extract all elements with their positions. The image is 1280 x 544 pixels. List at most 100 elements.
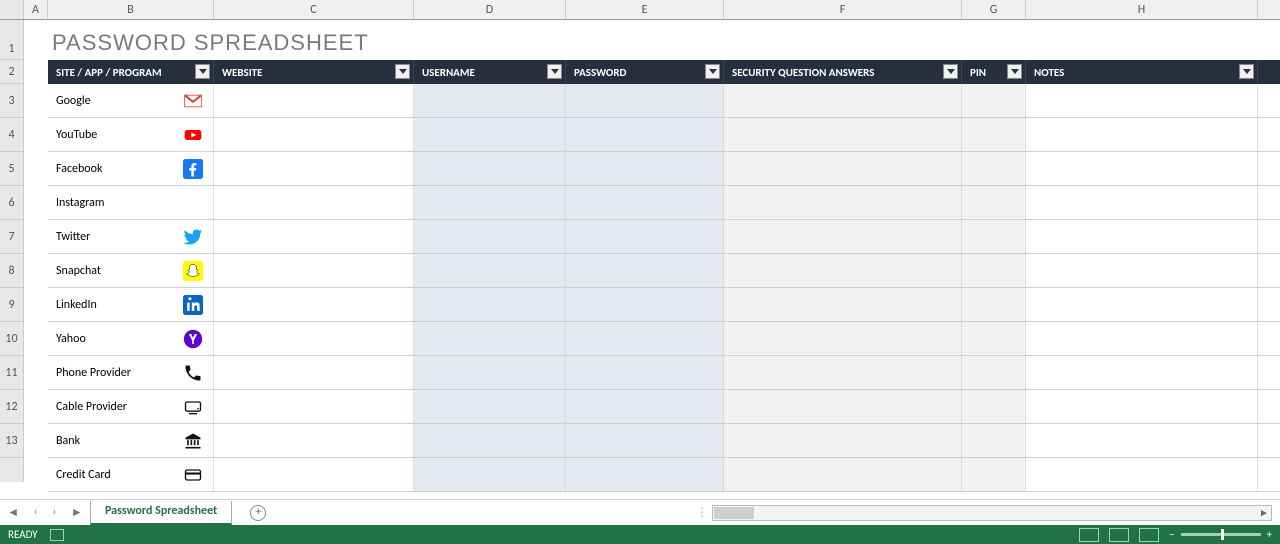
cell-username[interactable]: [414, 322, 566, 355]
cell-website[interactable]: [214, 458, 414, 491]
cell-pin[interactable]: [962, 152, 1026, 185]
page-break-view-button[interactable]: [1139, 528, 1159, 542]
cell-website[interactable]: [214, 152, 414, 185]
add-sheet-button[interactable]: +: [250, 505, 266, 521]
select-all-corner[interactable]: [0, 0, 24, 19]
row-4[interactable]: 4: [0, 118, 23, 152]
cell-website[interactable]: [214, 322, 414, 355]
cell-security[interactable]: [724, 458, 962, 491]
cell-pin[interactable]: [962, 356, 1026, 389]
row-13[interactable]: 13: [0, 424, 23, 458]
cell-notes[interactable]: [1026, 220, 1258, 253]
cell-password[interactable]: [566, 118, 724, 151]
macro-record-icon[interactable]: [50, 529, 64, 541]
col-F[interactable]: F: [724, 0, 962, 19]
zoom-out-button[interactable]: −: [1169, 528, 1174, 541]
cell-password[interactable]: [566, 458, 724, 491]
cell-site[interactable]: Snapchat: [48, 254, 214, 287]
cell-notes[interactable]: [1026, 424, 1258, 457]
tab-next-icon[interactable]: ›: [52, 505, 56, 520]
cell-security[interactable]: [724, 118, 962, 151]
col-E[interactable]: E: [566, 0, 724, 19]
cell-security[interactable]: [724, 152, 962, 185]
cell-pin[interactable]: [962, 186, 1026, 219]
cell-pin[interactable]: [962, 288, 1026, 321]
cell-site[interactable]: Bank: [48, 424, 214, 457]
cell-website[interactable]: [214, 84, 414, 117]
row-9[interactable]: 9: [0, 288, 23, 322]
cell-notes[interactable]: [1026, 84, 1258, 117]
cell-password[interactable]: [566, 356, 724, 389]
cell-website[interactable]: [214, 220, 414, 253]
filter-dropdown-icon[interactable]: [1007, 64, 1022, 79]
row-3[interactable]: 3: [0, 84, 23, 118]
cell-pin[interactable]: [962, 424, 1026, 457]
cell-username[interactable]: [414, 390, 566, 423]
cell-security[interactable]: [724, 254, 962, 287]
scroll-right-icon[interactable]: ►: [1257, 506, 1271, 520]
cell-site[interactable]: Instagram: [48, 186, 214, 219]
cell-username[interactable]: [414, 288, 566, 321]
row-12[interactable]: 12: [0, 390, 23, 424]
filter-dropdown-icon[interactable]: [195, 64, 210, 79]
cell-pin[interactable]: [962, 458, 1026, 491]
cell-password[interactable]: [566, 390, 724, 423]
horizontal-scrollbar[interactable]: ◄ ►: [712, 505, 1272, 521]
cell-pin[interactable]: [962, 220, 1026, 253]
cell-site[interactable]: Phone Provider: [48, 356, 214, 389]
cell-username[interactable]: [414, 458, 566, 491]
cell-pin[interactable]: [962, 118, 1026, 151]
cell-username[interactable]: [414, 84, 566, 117]
cell-site[interactable]: Facebook: [48, 152, 214, 185]
cell-website[interactable]: [214, 424, 414, 457]
col-A[interactable]: A: [24, 0, 48, 19]
cell-notes[interactable]: [1026, 322, 1258, 355]
cell-site[interactable]: Google: [48, 84, 214, 117]
cell-site[interactable]: YouTube: [48, 118, 214, 151]
cell-site[interactable]: Yahoo: [48, 322, 214, 355]
scroll-thumb[interactable]: [714, 507, 754, 519]
sheet-grid[interactable]: PASSWORD SPREADSHEET SITE / APP / PROGRA…: [24, 20, 1280, 482]
cell-website[interactable]: [214, 254, 414, 287]
cell-security[interactable]: [724, 288, 962, 321]
cell-website[interactable]: [214, 186, 414, 219]
cell-notes[interactable]: [1026, 356, 1258, 389]
cell-username[interactable]: [414, 152, 566, 185]
zoom-in-button[interactable]: +: [1267, 528, 1272, 541]
col-C[interactable]: C: [214, 0, 414, 19]
cell-website[interactable]: [214, 356, 414, 389]
cell-password[interactable]: [566, 152, 724, 185]
cell-password[interactable]: [566, 424, 724, 457]
sheet-tab-active[interactable]: Password Spreadsheet: [90, 501, 232, 525]
tab-prev-icon[interactable]: ‹: [34, 505, 38, 520]
cell-username[interactable]: [414, 186, 566, 219]
cell-security[interactable]: [724, 424, 962, 457]
cell-security[interactable]: [724, 186, 962, 219]
cell-pin[interactable]: [962, 84, 1026, 117]
filter-dropdown-icon[interactable]: [395, 64, 410, 79]
cell-notes[interactable]: [1026, 390, 1258, 423]
row-2[interactable]: 2: [0, 60, 23, 84]
col-B[interactable]: B: [48, 0, 214, 19]
cell-site[interactable]: LinkedIn: [48, 288, 214, 321]
row-8[interactable]: 8: [0, 254, 23, 288]
cell-notes[interactable]: [1026, 288, 1258, 321]
zoom-slider[interactable]: [1181, 533, 1261, 536]
cell-security[interactable]: [724, 322, 962, 355]
col-G[interactable]: G: [962, 0, 1026, 19]
cell-notes[interactable]: [1026, 458, 1258, 491]
cell-password[interactable]: [566, 84, 724, 117]
tab-scroll-split[interactable]: ⋮: [696, 505, 708, 520]
row-7[interactable]: 7: [0, 220, 23, 254]
cell-pin[interactable]: [962, 322, 1026, 355]
cell-username[interactable]: [414, 118, 566, 151]
row-11[interactable]: 11: [0, 356, 23, 390]
filter-dropdown-icon[interactable]: [1239, 64, 1254, 79]
page-layout-view-button[interactable]: [1109, 528, 1129, 542]
cell-password[interactable]: [566, 186, 724, 219]
cell-notes[interactable]: [1026, 254, 1258, 287]
cell-username[interactable]: [414, 254, 566, 287]
cell-password[interactable]: [566, 322, 724, 355]
cell-username[interactable]: [414, 424, 566, 457]
cell-notes[interactable]: [1026, 152, 1258, 185]
